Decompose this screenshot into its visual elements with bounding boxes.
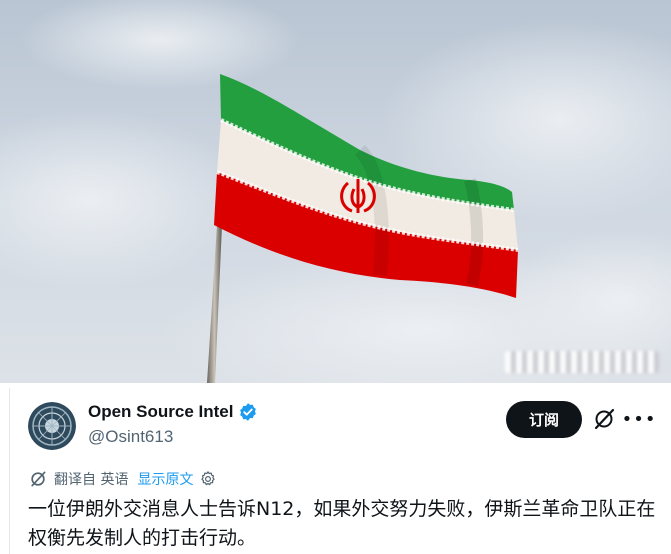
translate-icon [31,471,46,487]
author-name-row[interactable]: Open Source Intel [88,402,258,422]
verified-badge-icon [240,403,257,421]
flag-image [0,0,671,383]
grok-icon[interactable] [592,407,616,431]
subscribe-button[interactable]: 订阅 [506,401,582,438]
translation-bar: 翻译自 英语 显示原文 [28,469,217,489]
thread-divider [9,388,10,554]
more-icon[interactable]: ••• [622,406,656,432]
tweet-media-photo[interactable] [0,0,671,383]
show-original-link[interactable]: 显示原文 [137,469,193,489]
author-name[interactable]: Open Source Intel [88,402,233,422]
author-handle[interactable]: @Osint613 [88,427,173,447]
blurred-watermark [505,351,659,373]
gear-icon[interactable] [199,470,217,488]
translated-from-label: 翻译自 英语 [54,472,129,488]
osint-logo-icon [28,402,76,450]
tweet-text: 一位伊朗外交消息人士告诉N12，如果外交努力失败，伊斯兰革命卫队正在权衡先发制人… [28,498,656,549]
avatar[interactable] [28,402,76,450]
